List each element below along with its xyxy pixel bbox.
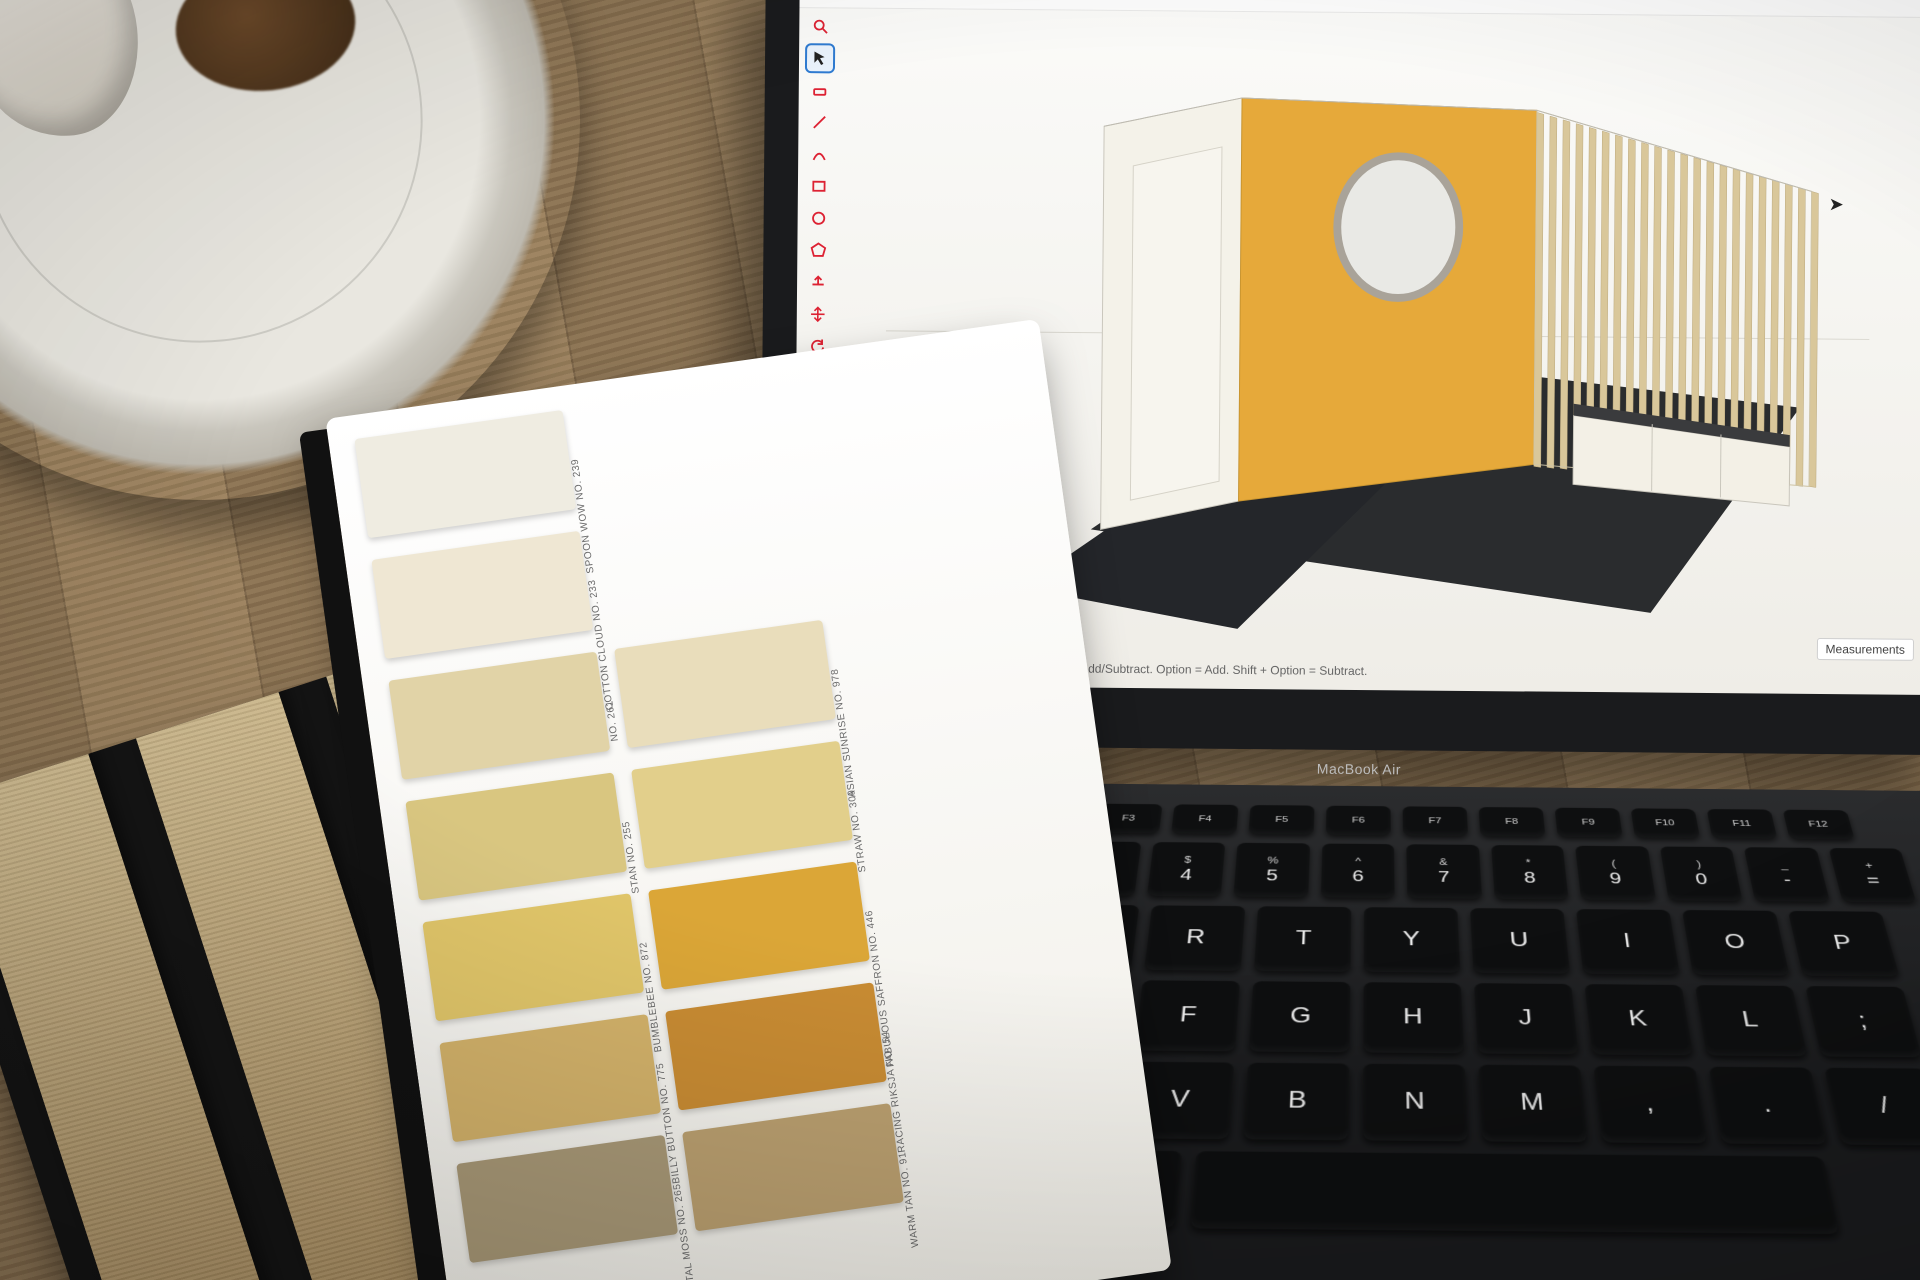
key[interactable]: . xyxy=(1709,1067,1827,1145)
key[interactable]: F12 xyxy=(1783,810,1855,840)
paint-swatch: WARM TAN NO. 91 xyxy=(682,1103,904,1231)
key[interactable]: (9 xyxy=(1575,846,1656,900)
paint-swatch: ASIAN SUNRISE NO. 978 xyxy=(614,620,836,748)
key[interactable]: F6 xyxy=(1326,806,1391,836)
key[interactable]: &7 xyxy=(1407,844,1482,898)
paint-swatch: RACING RIKSJA NO. 54 xyxy=(665,982,887,1110)
select-icon[interactable] xyxy=(807,45,833,71)
key[interactable]: Y xyxy=(1364,907,1461,972)
swatch-label: WARM TAN NO. 91 xyxy=(897,1151,921,1248)
rectangle-icon[interactable] xyxy=(806,173,832,199)
spacebar[interactable] xyxy=(1190,1151,1840,1234)
key[interactable]: F7 xyxy=(1403,806,1469,836)
paint-swatch: COTTON CLOUD NO. 233 xyxy=(371,531,593,659)
paint-swatch: STAN NO. 255 xyxy=(405,772,627,900)
search-icon[interactable] xyxy=(807,13,833,39)
circle-icon[interactable] xyxy=(806,205,832,231)
key[interactable]: F9 xyxy=(1555,808,1623,838)
paint-swatch: SPOON WOW NO. 239 xyxy=(354,410,576,538)
eraser-icon[interactable] xyxy=(807,77,833,103)
paint-swatch: FABULOUS SAFFRON NO. 446 xyxy=(648,862,870,990)
paint-swatch: BILLY BUTTON NO. 775 xyxy=(439,1014,661,1142)
key[interactable]: I xyxy=(1576,909,1680,975)
paint-swatch: NO. 261 xyxy=(388,652,610,780)
paint-swatch: MONUMENTAL MOSS NO. 265 xyxy=(456,1135,678,1263)
key[interactable]: _- xyxy=(1744,847,1830,901)
arc-icon[interactable] xyxy=(806,141,832,167)
key[interactable]: O xyxy=(1682,910,1790,976)
key[interactable]: *8 xyxy=(1491,845,1569,899)
key[interactable]: P xyxy=(1788,911,1899,977)
swatch-label: STRAW NO. 309 xyxy=(847,789,870,873)
key[interactable]: += xyxy=(1828,848,1916,903)
key[interactable]: U xyxy=(1470,908,1570,974)
key[interactable]: F8 xyxy=(1479,807,1546,837)
key[interactable]: L xyxy=(1695,985,1808,1056)
measurements-box[interactable]: Measurements xyxy=(1816,638,1914,661)
swatch-label: STAN NO. 255 xyxy=(621,820,642,894)
line-icon[interactable] xyxy=(806,109,832,135)
key[interactable]: K xyxy=(1584,984,1693,1055)
key[interactable]: )0 xyxy=(1659,846,1742,900)
cursor-icon: ➤ xyxy=(1829,194,1844,215)
paint-swatch: BUMBLEBEE NO. 872 xyxy=(422,893,644,1021)
key[interactable]: N xyxy=(1363,1064,1468,1142)
swatch-label: NO. 261 xyxy=(604,700,621,743)
key[interactable]: ; xyxy=(1805,986,1920,1057)
key[interactable]: / xyxy=(1824,1068,1920,1146)
pinecone xyxy=(169,0,362,100)
paint-fan-deck: SPOON WOW NO. 239COTTON CLOUD NO. 233NO.… xyxy=(325,319,1172,1280)
paint-swatch: STRAW NO. 309 xyxy=(631,741,853,869)
app-menubar[interactable] xyxy=(799,0,1920,18)
key[interactable]: H xyxy=(1363,982,1464,1053)
key[interactable]: F11 xyxy=(1707,809,1778,839)
ceramic-object xyxy=(0,0,148,145)
key[interactable]: F10 xyxy=(1631,808,1700,838)
key[interactable]: ^6 xyxy=(1321,844,1395,898)
key[interactable]: J xyxy=(1474,983,1579,1054)
key[interactable]: M xyxy=(1478,1065,1587,1143)
key[interactable]: , xyxy=(1594,1066,1708,1144)
